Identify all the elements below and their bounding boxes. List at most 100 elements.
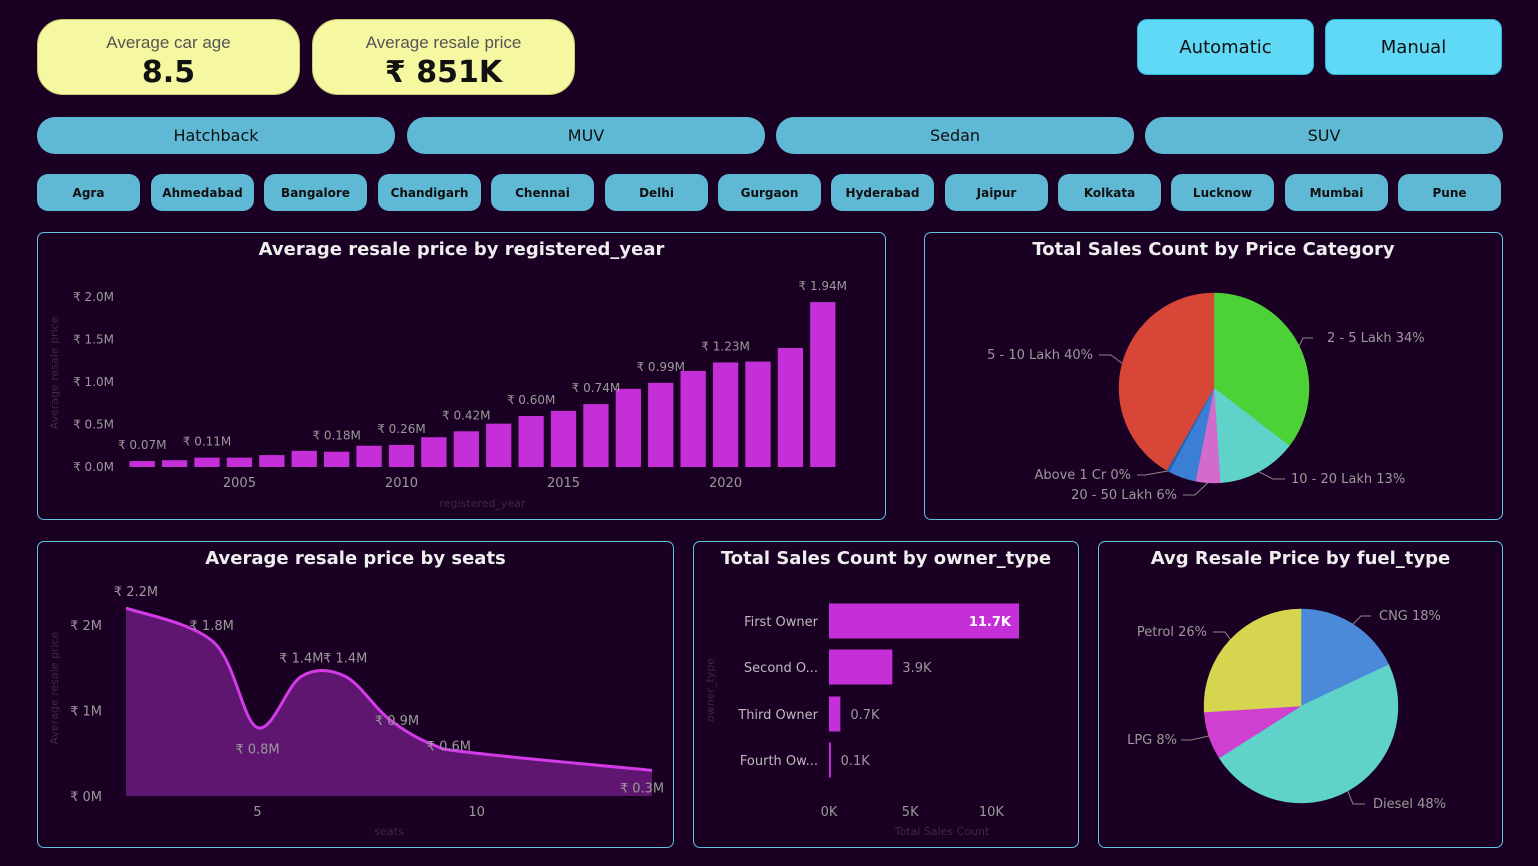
- bar: [161, 460, 188, 467]
- city-button-agra[interactable]: Agra: [37, 174, 140, 211]
- data-label: ₹ 0.18M: [312, 429, 361, 443]
- y-tick-label: ₹ 0.0M: [73, 460, 114, 474]
- slice-label: Above 1 Cr 0%: [1034, 468, 1131, 483]
- city-button-jaipur[interactable]: Jaipur: [945, 174, 1048, 211]
- slice-label: Petrol 26%: [1137, 625, 1207, 640]
- fuel-type-pie-chart: CNG 18% Diesel 48% LPG 8% Petrol 26%: [1127, 608, 1446, 812]
- data-label: ₹ 1.94M: [799, 279, 848, 293]
- city-button-bangalore[interactable]: Bangalore: [264, 174, 367, 211]
- price-category-pie-chart: 2 - 5 Lakh 34% 10 - 20 Lakh 13% 20 - 50 La…: [987, 292, 1425, 503]
- city-button-chandigarh[interactable]: Chandigarh: [378, 174, 481, 211]
- y-tick-label: ₹ 0.5M: [73, 418, 114, 432]
- leader-line: [1183, 482, 1209, 496]
- bar: [324, 451, 350, 467]
- city-button-gurgaon[interactable]: Gurgaon: [718, 174, 821, 211]
- leader-line: [1352, 615, 1371, 625]
- slice-label: 20 - 50 Lakh 6%: [1071, 488, 1177, 503]
- kpi-label: Average car age: [106, 33, 231, 52]
- bar: [777, 348, 804, 467]
- data-label: ₹ 0.11M: [183, 435, 232, 449]
- pie-slice: [1203, 608, 1302, 713]
- bar: [810, 302, 836, 467]
- leader-line: [1347, 790, 1365, 805]
- x-tick-label: 5K: [902, 805, 919, 820]
- manual-button[interactable]: Manual: [1325, 19, 1502, 75]
- y-tick-label: ₹ 2.0M: [73, 290, 114, 304]
- data-label: ₹ 0.9M: [375, 714, 419, 729]
- city-button-ahmedabad[interactable]: Ahmedabad: [151, 174, 254, 211]
- slice-label: CNG 18%: [1379, 609, 1441, 624]
- data-label: 0.7K: [850, 708, 880, 723]
- city-button-chennai[interactable]: Chennai: [491, 174, 594, 211]
- data-label: ₹ 0.26M: [377, 422, 426, 436]
- data-label: 3.9K: [902, 661, 932, 676]
- data-label: ₹ 0.99M: [636, 360, 685, 374]
- kpi-average-resale-price: Average resale price ₹ 851K: [312, 19, 575, 95]
- x-tick-label: 2005: [223, 476, 256, 491]
- kpi-value: 8.5: [141, 55, 196, 90]
- bar: [194, 457, 220, 467]
- bar: [745, 361, 771, 467]
- leader-line: [1137, 470, 1168, 476]
- y-axis-title: Average resale price: [48, 631, 61, 744]
- slice-label: 2 - 5 Lakh 34%: [1327, 331, 1425, 346]
- bar: [259, 455, 285, 467]
- data-label: ₹ 0.60M: [507, 393, 556, 407]
- x-axis-title: registered_year: [440, 497, 526, 510]
- data-label: ₹ 2.2M: [114, 585, 158, 600]
- data-label: ₹ 0.8M: [235, 743, 279, 758]
- bar: [453, 431, 479, 467]
- slice-label: 5 - 10 Lakh 40%: [987, 348, 1093, 363]
- city-button-lucknow[interactable]: Lucknow: [1171, 174, 1274, 211]
- data-label: ₹ 1.8M: [190, 619, 234, 634]
- bar: [829, 742, 831, 778]
- x-axis-title: seats: [374, 825, 404, 838]
- chart-panel-fuel-type: Avg Resale Price by fuel_type CNG 18% Die…: [1098, 541, 1503, 848]
- y-axis-title: Average resale price: [48, 316, 61, 429]
- y-tick-label: ₹ 2M: [70, 619, 102, 634]
- bar: [648, 382, 674, 467]
- city-button-hyderabad[interactable]: Hyderabad: [831, 174, 934, 211]
- automatic-button[interactable]: Automatic: [1137, 19, 1314, 75]
- category-button-sedan[interactable]: Sedan: [776, 117, 1134, 154]
- city-button-pune[interactable]: Pune: [1398, 174, 1501, 211]
- city-button-mumbai[interactable]: Mumbai: [1285, 174, 1388, 211]
- city-button-delhi[interactable]: Delhi: [605, 174, 708, 211]
- leader-line: [1099, 354, 1123, 364]
- bar: [486, 423, 512, 467]
- price-by-seats-chart: ₹ 0M ₹ 1M ₹ 2M ₹ 2.2M ₹ 1.8M ₹ 0.8M ₹ 1.4M ₹ 1.…: [48, 585, 664, 838]
- leader-line: [1181, 735, 1209, 741]
- category-button-hatchback[interactable]: Hatchback: [37, 117, 395, 154]
- category-label: Third Owner: [737, 708, 818, 723]
- category-button-muv[interactable]: MUV: [407, 117, 765, 154]
- data-label: 0.1K: [841, 754, 871, 769]
- leader-line: [1298, 337, 1313, 347]
- chart-panel-price-category: Total Sales Count by Price Category 2 - …: [924, 232, 1503, 520]
- chart-panel-price-by-seats: Average resale price by seats ₹ 0M ₹ 1M ₹ …: [37, 541, 674, 848]
- y-tick-label: ₹ 1.5M: [73, 333, 114, 347]
- category-label: First Owner: [744, 615, 819, 630]
- data-label: ₹ 0.3M: [620, 781, 664, 796]
- bar: [421, 437, 447, 467]
- chart-panel-owner-type: Total Sales Count by owner_type First Ow…: [693, 541, 1079, 848]
- data-label: ₹ 1.4M: [279, 651, 323, 666]
- bar: [680, 370, 706, 467]
- bar: [712, 362, 739, 467]
- x-tick-label: 10: [468, 805, 485, 820]
- city-button-kolkata[interactable]: Kolkata: [1058, 174, 1161, 211]
- bar: [583, 404, 609, 467]
- bar: [129, 461, 155, 467]
- bar: [550, 410, 577, 467]
- bar: [615, 388, 641, 467]
- leader-line: [1258, 471, 1285, 480]
- data-label: ₹ 0.42M: [442, 408, 491, 422]
- slice-label: Diesel 48%: [1373, 797, 1446, 812]
- category-label: Second O...: [744, 661, 818, 676]
- bar: [829, 696, 841, 732]
- data-label: ₹ 1.4M: [323, 651, 367, 666]
- category-button-suv[interactable]: SUV: [1145, 117, 1503, 154]
- bar: [829, 649, 893, 685]
- slice-label: LPG 8%: [1127, 733, 1177, 748]
- x-tick-label: 10K: [979, 805, 1005, 820]
- y-axis-title: owner_type: [704, 658, 717, 722]
